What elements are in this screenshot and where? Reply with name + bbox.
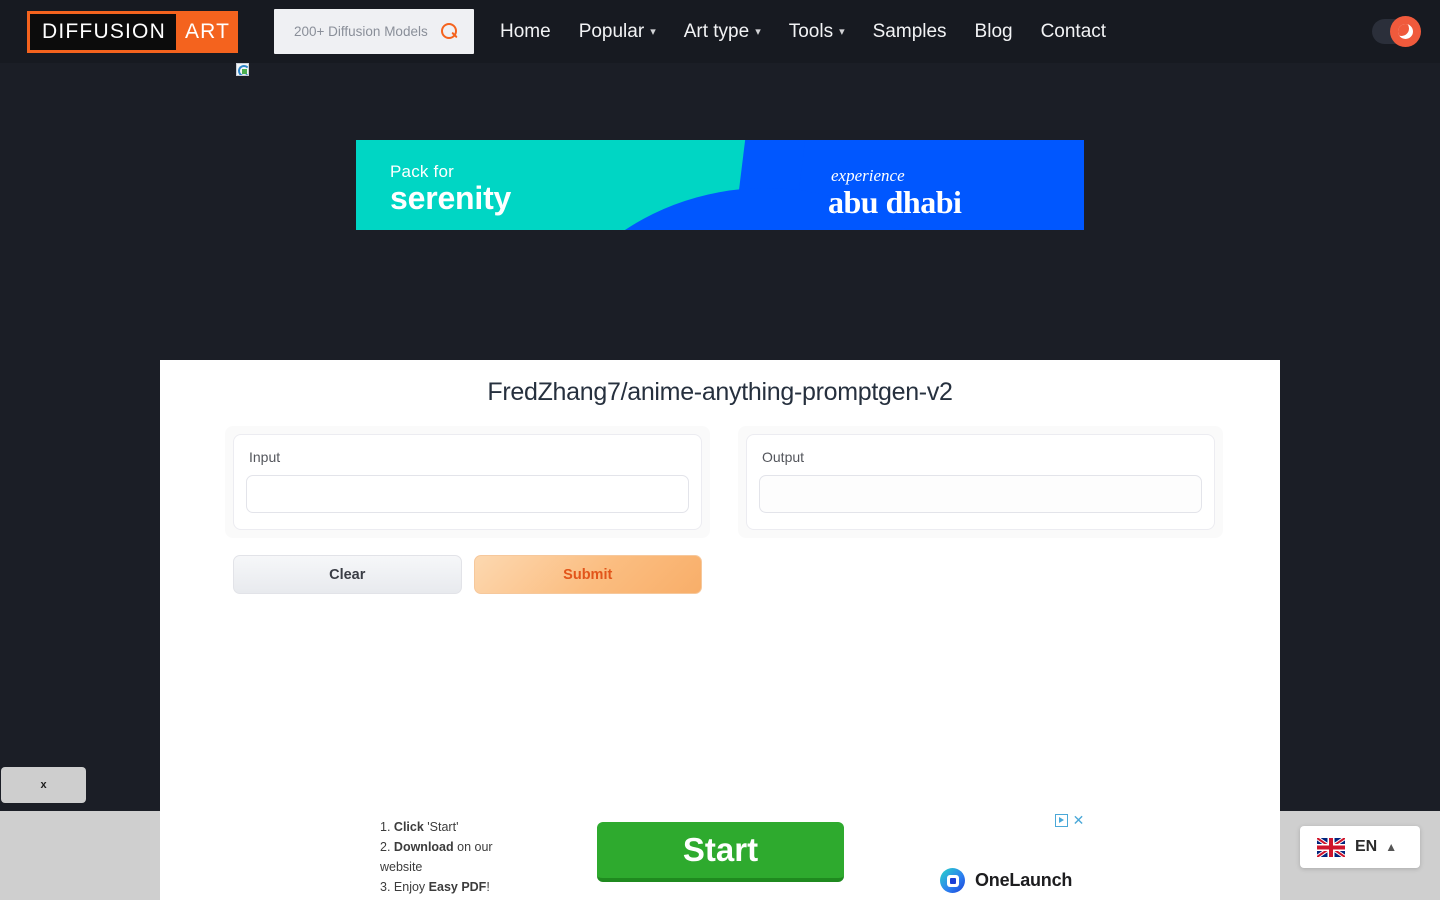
banner-right-small-text: experience: [831, 166, 905, 185]
nav-label: Blog: [974, 20, 1013, 42]
step-number: 1.: [380, 820, 391, 834]
onelaunch-logo-inner: [946, 874, 959, 887]
step-rest: 'Start': [423, 820, 459, 834]
nav-label: Art type: [683, 20, 750, 42]
search-input[interactable]: 200+ Diffusion Models: [274, 9, 474, 54]
input-column: Input Clear Submit: [225, 426, 710, 594]
nav-item-samples[interactable]: Samples: [859, 21, 961, 43]
chevron-up-icon[interactable]: ▲: [1385, 840, 1397, 854]
step-rest: !: [486, 880, 490, 894]
toggle-knob: [1390, 16, 1421, 47]
bottom-ad-step-1: 1. Click 'Start': [380, 817, 515, 837]
chevron-down-icon: ▾: [755, 26, 761, 38]
search-placeholder: 200+ Diffusion Models: [294, 24, 428, 39]
chevron-down-icon: ▾: [839, 26, 845, 38]
language-code: EN: [1355, 838, 1378, 855]
language-selector[interactable]: EN ▲: [1300, 826, 1420, 868]
nav-item-blog[interactable]: Blog: [961, 21, 1027, 43]
onelaunch-logo-core: [949, 877, 956, 884]
moon-icon: [1398, 24, 1413, 39]
input-label: Input: [249, 449, 281, 465]
clear-button[interactable]: Clear: [233, 555, 462, 594]
onelaunch-brand: OneLaunch: [940, 868, 1072, 893]
banner-right-big-text: abu dhabi: [828, 184, 962, 220]
site-header: DIFFUSION ART 200+ Diffusion Models Home…: [0, 0, 1440, 63]
submit-button[interactable]: Submit: [473, 555, 702, 594]
flag-diagonals: [1317, 837, 1345, 857]
step-pre: Enjoy: [390, 880, 429, 894]
nav-item-home[interactable]: Home: [486, 21, 565, 43]
bottom-ad[interactable]: 1. Click 'Start' 2. Download on our webs…: [160, 811, 1280, 900]
step-number: 2.: [380, 840, 391, 854]
bottom-ad-step-3: 3. Enjoy Easy PDF!: [380, 877, 515, 897]
main-navigation: Home Popular ▾ Art type ▾ Tools ▾ Sample…: [486, 21, 1120, 43]
theme-toggle[interactable]: [1372, 16, 1421, 47]
onelaunch-brand-name: OneLaunch: [975, 870, 1073, 890]
step-bold: Easy PDF: [428, 880, 487, 894]
adchoices-icon[interactable]: [1055, 814, 1068, 827]
input-panel: Input: [225, 426, 710, 538]
nav-label: Popular: [578, 20, 645, 42]
banner-left-big-text: serenity: [390, 180, 512, 216]
banner-left-small-text: Pack for: [390, 162, 454, 181]
page-title: FredZhang7/anime-anything-promptgen-v2: [487, 378, 953, 406]
site-logo[interactable]: DIFFUSION ART: [27, 10, 238, 53]
broken-image-icon: [236, 63, 249, 76]
output-column: Output: [738, 426, 1223, 538]
input-panel-inner: Input: [233, 434, 702, 530]
nav-label: Home: [500, 20, 551, 42]
step-number: 3.: [380, 880, 391, 894]
nav-item-tools[interactable]: Tools ▾: [775, 21, 859, 43]
chevron-down-icon: ▾: [650, 26, 656, 38]
output-panel: Output: [738, 426, 1223, 538]
action-buttons: Clear Submit: [225, 555, 710, 594]
main-content-card: FredZhang7/anime-anything-promptgen-v2 I…: [160, 360, 1280, 811]
logo-text-art: ART: [184, 19, 231, 43]
io-panels: Input Clear Submit Output: [225, 426, 1223, 594]
overlay-close-button[interactable]: x: [1, 767, 86, 803]
input-textarea[interactable]: [246, 475, 689, 513]
bottom-ad-step-2: 2. Download on our website: [380, 837, 515, 877]
onelaunch-logo-icon: [940, 868, 965, 893]
nav-item-art-type[interactable]: Art type ▾: [670, 21, 775, 43]
search-icon[interactable]: [441, 23, 458, 40]
uk-flag-icon: [1317, 837, 1345, 857]
ad-choices-controls: ✕: [1055, 813, 1085, 827]
banner-ad[interactable]: Pack for serenity experience abu dhabi: [356, 140, 1084, 230]
logo-text-diffusion: DIFFUSION: [30, 13, 176, 50]
output-panel-inner: Output: [746, 434, 1215, 530]
start-button[interactable]: Start: [597, 822, 844, 882]
step-bold: Click: [393, 820, 424, 834]
step-bold: Download: [393, 840, 454, 854]
nav-label: Tools: [788, 20, 834, 42]
nav-label: Contact: [1040, 20, 1107, 42]
bottom-ad-steps: 1. Click 'Start' 2. Download on our webs…: [380, 817, 515, 897]
nav-item-contact[interactable]: Contact: [1027, 21, 1120, 43]
output-label: Output: [762, 449, 805, 465]
nav-label: Samples: [872, 20, 947, 42]
output-textarea[interactable]: [759, 475, 1202, 513]
nav-item-popular[interactable]: Popular ▾: [565, 21, 670, 43]
close-icon[interactable]: ✕: [1072, 813, 1085, 827]
